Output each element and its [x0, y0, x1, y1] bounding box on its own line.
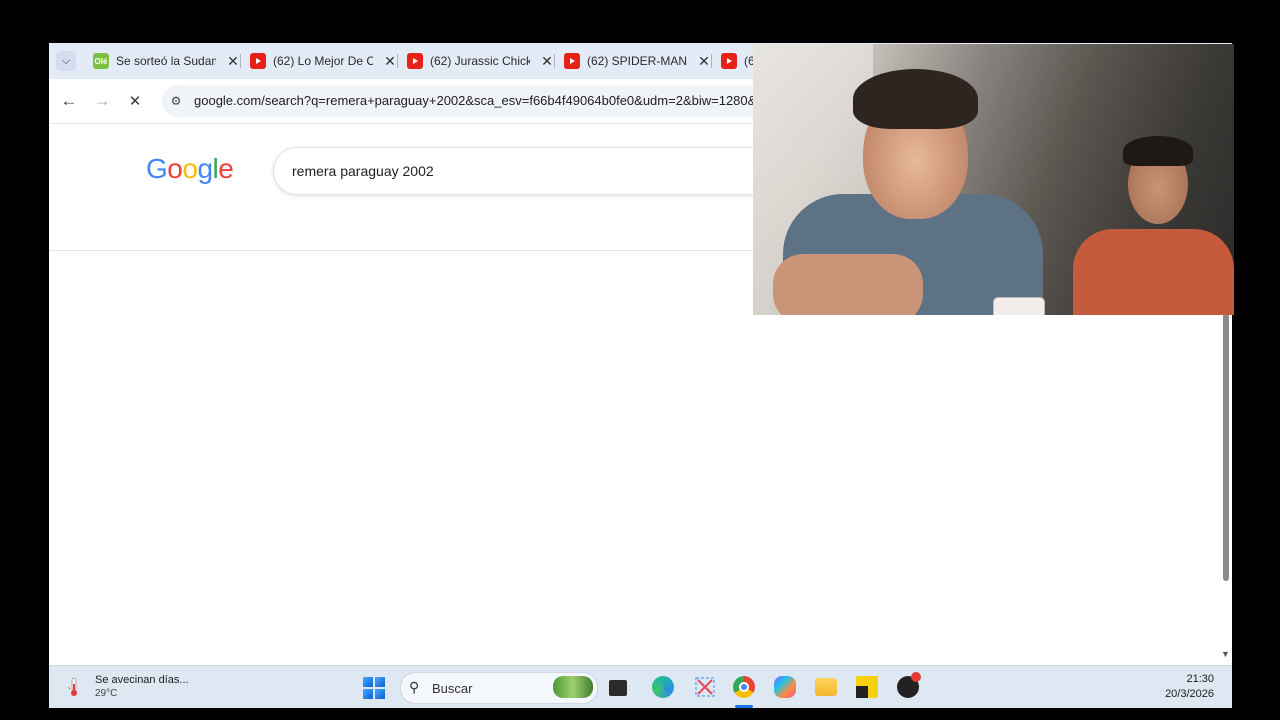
tab-2[interactable]: (62) Lo Mejor De Celso ✕ [250, 49, 398, 73]
tab-divider [397, 54, 398, 68]
tab-4[interactable]: (62) SPIDER-MAN ✕ [564, 49, 712, 73]
windows-taskbar: Se avecinan días... 29°C ⚲ Buscar 21:30 … [49, 665, 1232, 708]
tab-search-dropdown-icon[interactable]: ⌵ [56, 51, 76, 71]
tab-divider [554, 54, 555, 68]
search-query-text: remera paraguay 2002 [292, 163, 434, 179]
edge-browser-icon[interactable] [652, 676, 674, 698]
tab-title: (62) Jurassic Chicken [430, 54, 530, 68]
chrome-icon[interactable] [733, 676, 755, 698]
webcam-person-2-hair [1123, 136, 1193, 166]
clock-time: 21:30 [1186, 673, 1214, 685]
close-tab-icon[interactable]: ✕ [539, 53, 555, 70]
file-explorer-icon[interactable] [815, 678, 837, 696]
close-tab-icon[interactable]: ✕ [225, 53, 241, 70]
webcam-person-2-body [1073, 229, 1234, 315]
vertical-scrollbar[interactable] [1219, 313, 1232, 665]
back-arrow-icon[interactable]: ← [59, 91, 79, 111]
snipping-tool-icon[interactable] [694, 676, 716, 698]
thermometer-icon[interactable] [67, 677, 81, 697]
site-green-icon: Olé [93, 53, 109, 69]
youtube-icon [721, 53, 737, 69]
sticky-notes-icon[interactable] [856, 676, 878, 698]
scroll-down-arrow-icon[interactable]: ▼ [1221, 649, 1230, 659]
site-info-icon[interactable]: ⚙ [168, 93, 184, 109]
search-icon: ⚲ [409, 679, 420, 695]
task-view-icon[interactable] [609, 680, 627, 696]
webcam-person-1-hands [773, 254, 923, 315]
youtube-icon [407, 53, 423, 69]
google-logo[interactable]: Google [146, 153, 234, 185]
search-highlight-image [553, 676, 593, 698]
windows-start-icon[interactable] [363, 677, 385, 699]
tab-title: (62) Lo Mejor De Celso [273, 54, 373, 68]
copilot-icon[interactable] [774, 676, 796, 698]
taskbar-search-box[interactable]: ⚲ Buscar [400, 672, 598, 704]
youtube-icon [564, 53, 580, 69]
active-app-indicator [735, 705, 753, 708]
forward-arrow-icon[interactable]: → [92, 91, 112, 111]
tab-title: Se sorteó la Sudamericana [116, 54, 216, 68]
obs-studio-icon[interactable] [897, 672, 921, 698]
webcam-mug [993, 297, 1045, 315]
webcam-video-overlay [753, 44, 1234, 315]
tab-divider [711, 54, 712, 68]
tab-1[interactable]: Olé Se sorteó la Sudamericana ✕ [93, 49, 241, 73]
webcam-person-1-hair [853, 69, 978, 129]
clock-date: 20/3/2026 [1165, 688, 1214, 700]
youtube-icon [250, 53, 266, 69]
stop-loading-icon[interactable]: ✕ [125, 91, 145, 111]
weather-temperature: 29°C [95, 688, 118, 699]
weather-widget[interactable]: Se avecinan días... 29°C [95, 673, 189, 701]
close-tab-icon[interactable]: ✕ [382, 53, 398, 70]
url-text: google.com/search?q=remera+paraguay+2002… [194, 93, 757, 108]
close-tab-icon[interactable]: ✕ [696, 53, 712, 70]
tab-title: (62) SPIDER-MAN [587, 54, 687, 68]
tab-3[interactable]: (62) Jurassic Chicken ✕ [407, 49, 555, 73]
taskbar-search-label: Buscar [432, 681, 473, 696]
system-clock[interactable]: 21:30 20/3/2026 [1165, 672, 1214, 702]
scrollbar-thumb[interactable] [1223, 313, 1229, 581]
tab-divider [240, 54, 241, 68]
weather-description: Se avecinan días... [95, 674, 189, 686]
